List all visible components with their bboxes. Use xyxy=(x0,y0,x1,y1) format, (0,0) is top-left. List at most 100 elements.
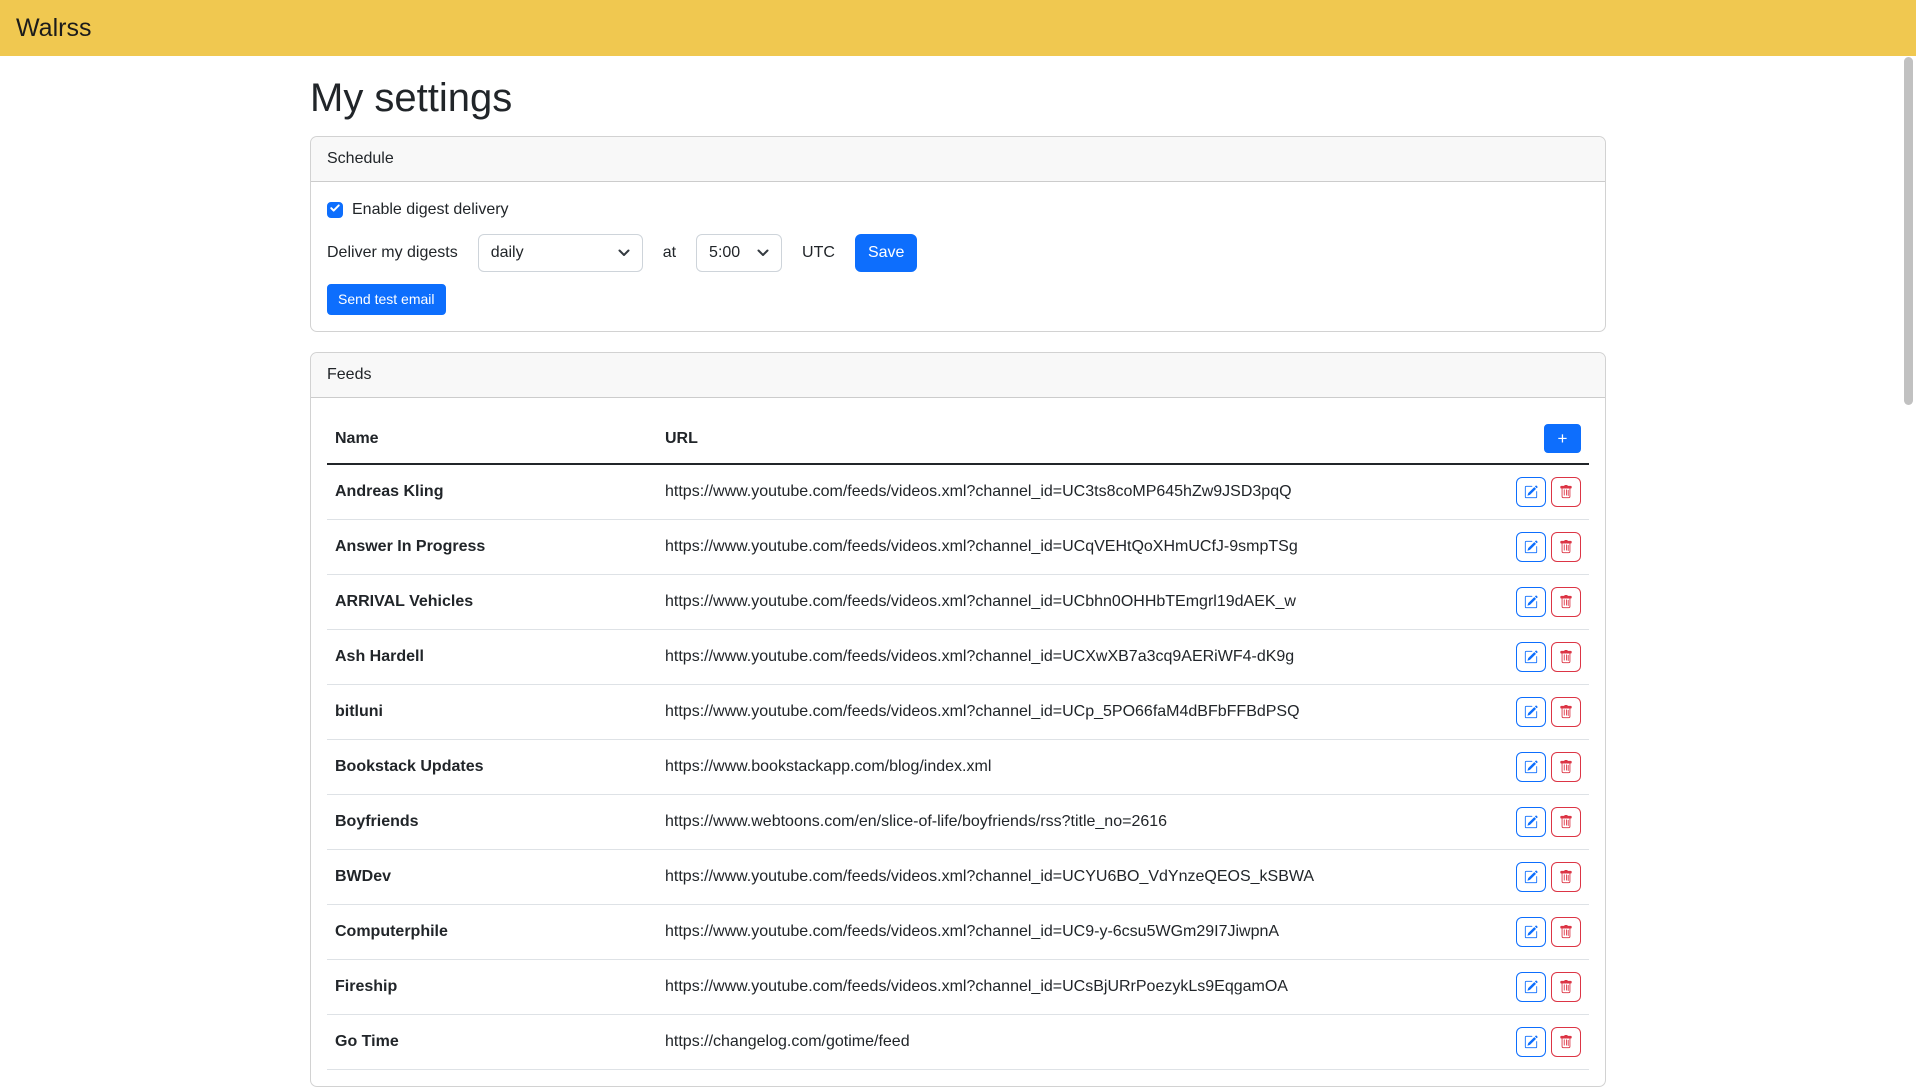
table-row: BWDev https://www.youtube.com/feeds/vide… xyxy=(327,850,1589,905)
save-button[interactable]: Save xyxy=(855,234,917,272)
feeds-card-body: Name URL + Andreas Kling https://www.you… xyxy=(311,398,1605,1086)
trash-icon xyxy=(1559,485,1573,499)
pencil-square-icon xyxy=(1524,650,1538,664)
enable-digest-checkbox[interactable] xyxy=(327,202,343,218)
edit-feed-button[interactable] xyxy=(1516,807,1546,837)
page-title: My settings xyxy=(310,74,1606,122)
feeds-table: Name URL + Andreas Kling https://www.you… xyxy=(327,414,1589,1070)
delete-feed-button[interactable] xyxy=(1551,862,1581,892)
feed-actions-cell xyxy=(1497,630,1589,685)
pencil-square-icon xyxy=(1524,980,1538,994)
feed-actions-cell xyxy=(1497,520,1589,575)
feed-name-cell: Fireship xyxy=(327,960,657,1015)
delete-feed-button[interactable] xyxy=(1551,697,1581,727)
feed-actions-cell xyxy=(1497,795,1589,850)
pencil-square-icon xyxy=(1524,815,1538,829)
chevron-down-icon xyxy=(618,249,630,257)
edit-feed-button[interactable] xyxy=(1516,532,1546,562)
scrollbar-thumb[interactable] xyxy=(1904,57,1913,405)
feed-actions-cell xyxy=(1497,740,1589,795)
add-feed-button[interactable]: + xyxy=(1544,424,1581,453)
feed-url-cell: https://www.youtube.com/feeds/videos.xml… xyxy=(657,850,1497,905)
frequency-select[interactable]: daily xyxy=(478,234,643,272)
send-test-email-button[interactable]: Send test email xyxy=(327,284,446,315)
edit-feed-button[interactable] xyxy=(1516,697,1546,727)
feeds-card: Feeds Name URL + Andreas Kling h xyxy=(310,352,1606,1087)
trash-icon xyxy=(1559,650,1573,664)
feed-url-cell: https://changelog.com/gotime/feed xyxy=(657,1015,1497,1070)
check-icon xyxy=(329,198,341,222)
enable-digest-row: Enable digest delivery xyxy=(327,198,1589,222)
edit-feed-button[interactable] xyxy=(1516,972,1546,1002)
schedule-card-header: Schedule xyxy=(311,137,1605,182)
delete-feed-button[interactable] xyxy=(1551,1027,1581,1057)
delete-feed-button[interactable] xyxy=(1551,807,1581,837)
top-navbar: Walrss xyxy=(0,0,1916,56)
edit-feed-button[interactable] xyxy=(1516,642,1546,672)
column-header-actions: + xyxy=(1497,414,1589,464)
feed-url-cell: https://www.youtube.com/feeds/videos.xml… xyxy=(657,905,1497,960)
table-row: bitluni https://www.youtube.com/feeds/vi… xyxy=(327,685,1589,740)
at-label: at xyxy=(663,241,676,265)
delete-feed-button[interactable] xyxy=(1551,972,1581,1002)
main-container: My settings Schedule Enable digest deliv… xyxy=(298,74,1618,1087)
feed-url-cell: https://www.youtube.com/feeds/videos.xml… xyxy=(657,685,1497,740)
edit-feed-button[interactable] xyxy=(1516,862,1546,892)
edit-feed-button[interactable] xyxy=(1516,1027,1546,1057)
column-header-name: Name xyxy=(327,414,657,464)
feed-name-cell: Computerphile xyxy=(327,905,657,960)
feeds-card-header: Feeds xyxy=(311,353,1605,398)
feed-name-cell: ARRIVAL Vehicles xyxy=(327,575,657,630)
feed-actions-cell xyxy=(1497,464,1589,520)
trash-icon xyxy=(1559,815,1573,829)
trash-icon xyxy=(1559,595,1573,609)
chevron-down-icon xyxy=(757,249,769,257)
feed-actions-cell xyxy=(1497,575,1589,630)
trash-icon xyxy=(1559,925,1573,939)
table-row: Go Time https://changelog.com/gotime/fee… xyxy=(327,1015,1589,1070)
delete-feed-button[interactable] xyxy=(1551,917,1581,947)
table-row: Bookstack Updates https://www.bookstacka… xyxy=(327,740,1589,795)
table-row: Answer In Progress https://www.youtube.c… xyxy=(327,520,1589,575)
edit-feed-button[interactable] xyxy=(1516,917,1546,947)
trash-icon xyxy=(1559,705,1573,719)
time-select[interactable]: 5:00 xyxy=(696,234,782,272)
feed-url-cell: https://www.youtube.com/feeds/videos.xml… xyxy=(657,464,1497,520)
edit-feed-button[interactable] xyxy=(1516,587,1546,617)
table-row: Andreas Kling https://www.youtube.com/fe… xyxy=(327,464,1589,520)
pencil-square-icon xyxy=(1524,595,1538,609)
delete-feed-button[interactable] xyxy=(1551,642,1581,672)
delete-feed-button[interactable] xyxy=(1551,587,1581,617)
table-row: ARRIVAL Vehicles https://www.youtube.com… xyxy=(327,575,1589,630)
feed-name-cell: Bookstack Updates xyxy=(327,740,657,795)
feeds-table-head: Name URL + xyxy=(327,414,1589,464)
feed-name-cell: Andreas Kling xyxy=(327,464,657,520)
feed-name-cell: Ash Hardell xyxy=(327,630,657,685)
feed-url-cell: https://www.youtube.com/feeds/videos.xml… xyxy=(657,575,1497,630)
trash-icon xyxy=(1559,1035,1573,1049)
feed-url-cell: https://www.webtoons.com/en/slice-of-lif… xyxy=(657,795,1497,850)
feed-actions-cell xyxy=(1497,1015,1589,1070)
feed-url-cell: https://www.bookstackapp.com/blog/index.… xyxy=(657,740,1497,795)
delivery-settings-row: Deliver my digests daily at 5:00 UTC Sav… xyxy=(327,234,1589,272)
edit-feed-button[interactable] xyxy=(1516,752,1546,782)
feed-url-cell: https://www.youtube.com/feeds/videos.xml… xyxy=(657,960,1497,1015)
feed-name-cell: Boyfriends xyxy=(327,795,657,850)
delete-feed-button[interactable] xyxy=(1551,752,1581,782)
table-row: Ash Hardell https://www.youtube.com/feed… xyxy=(327,630,1589,685)
delete-feed-button[interactable] xyxy=(1551,477,1581,507)
delete-feed-button[interactable] xyxy=(1551,532,1581,562)
trash-icon xyxy=(1559,870,1573,884)
edit-feed-button[interactable] xyxy=(1516,477,1546,507)
app-brand[interactable]: Walrss xyxy=(16,16,91,41)
schedule-card-body: Enable digest delivery Deliver my digest… xyxy=(311,182,1605,331)
time-select-value: 5:00 xyxy=(709,241,740,265)
column-header-url: URL xyxy=(657,414,1497,464)
feed-actions-cell xyxy=(1497,850,1589,905)
frequency-select-value: daily xyxy=(491,241,524,265)
feed-actions-cell xyxy=(1497,960,1589,1015)
deliver-label: Deliver my digests xyxy=(327,241,458,265)
trash-icon xyxy=(1559,760,1573,774)
table-row: Fireship https://www.youtube.com/feeds/v… xyxy=(327,960,1589,1015)
trash-icon xyxy=(1559,540,1573,554)
